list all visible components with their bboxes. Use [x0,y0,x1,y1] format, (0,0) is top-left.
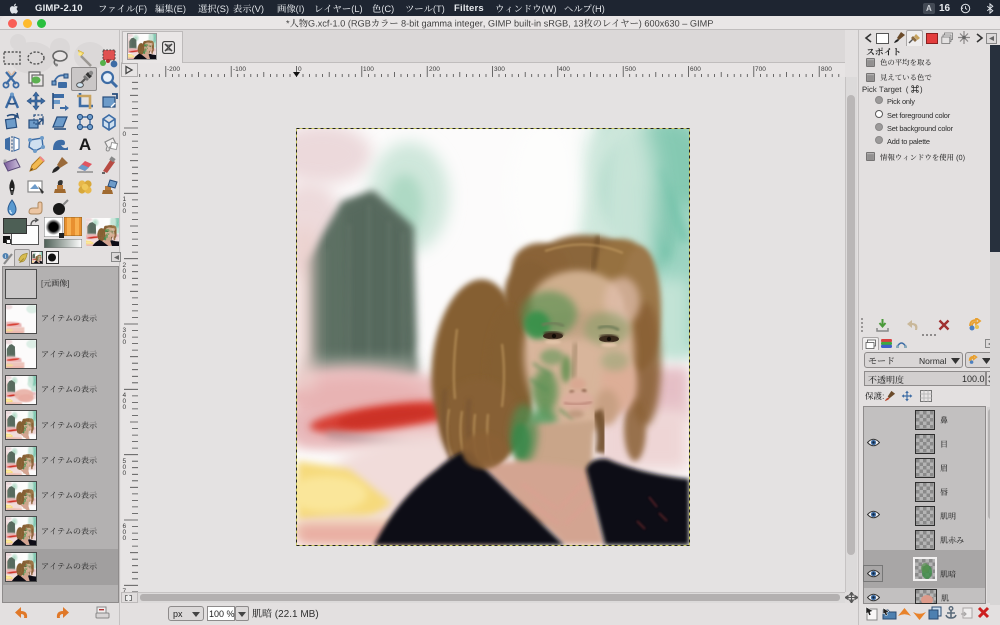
svg-text:0: 0 [123,535,127,542]
svg-text:600: 600 [690,66,701,73]
svg-text:0: 0 [123,131,127,138]
svg-text:200: 200 [429,66,440,73]
svg-text:800: 800 [821,66,832,73]
svg-text:400: 400 [559,66,570,73]
svg-text:0: 0 [123,470,127,477]
svg-text:-200: -200 [167,66,180,73]
svg-text:300: 300 [494,66,505,73]
svg-text:0: 0 [123,274,127,281]
svg-text:0: 0 [123,339,127,346]
svg-text:-100: -100 [233,66,246,73]
svg-text:700: 700 [755,66,766,73]
svg-text:i: i [5,254,6,260]
svg-text:A: A [78,135,90,154]
svg-text:500: 500 [625,66,636,73]
svg-text:0: 0 [123,404,127,411]
svg-text:0: 0 [298,66,302,73]
svg-text:100: 100 [363,66,374,73]
svg-text:0: 0 [123,208,127,215]
